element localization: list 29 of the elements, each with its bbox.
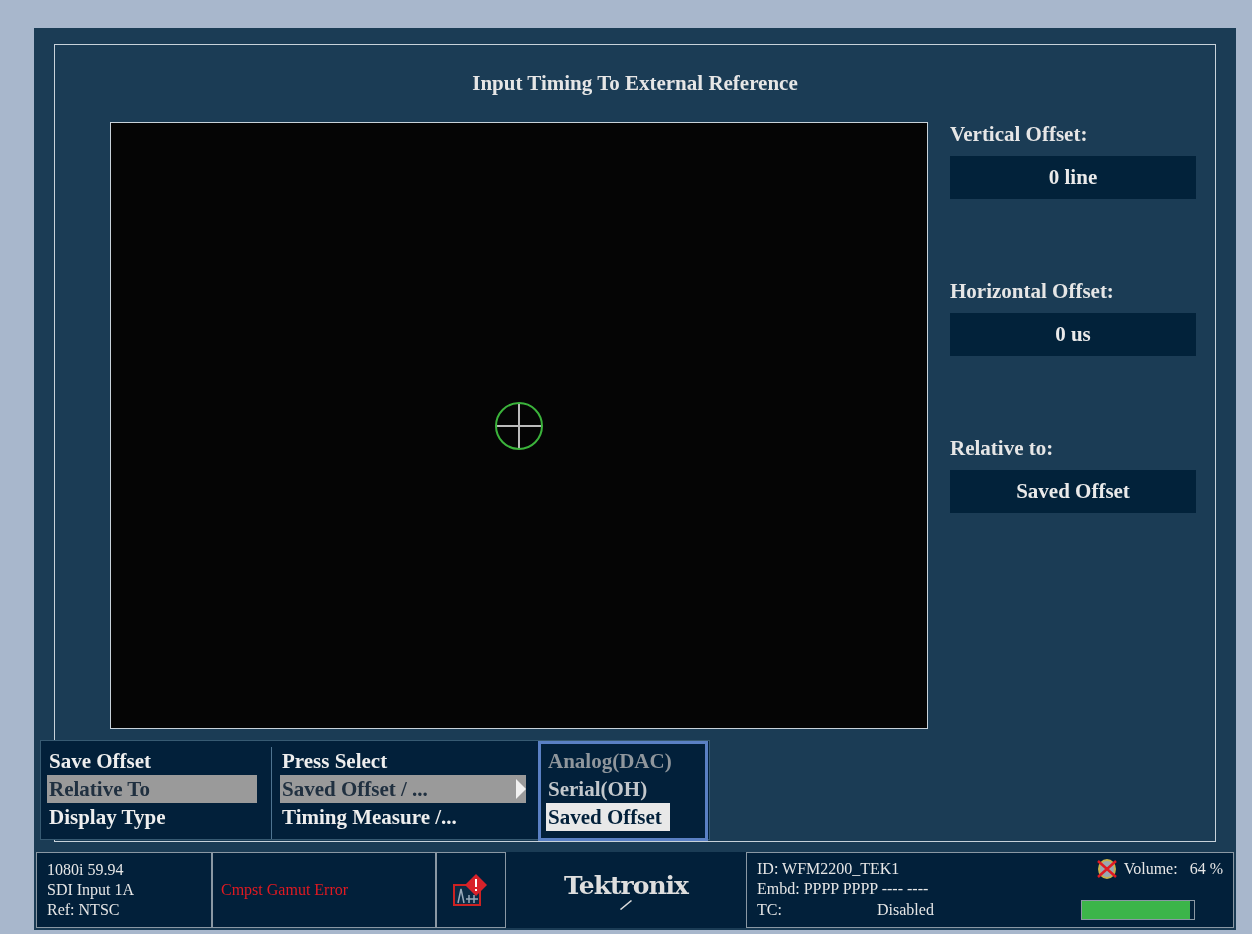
brand-logo: Tektronix (564, 870, 688, 900)
embedded-audio: Embd: PPPP PPPP ---- ---- (757, 880, 930, 898)
menu-item[interactable]: Save Offset (47, 747, 257, 775)
signal-info: Ref: NTSC (47, 900, 121, 920)
logo-slash-icon (620, 899, 632, 910)
volume-value: 64 % (1189, 860, 1223, 878)
menu-value[interactable]: Saved Offset / ... (280, 775, 526, 803)
menu-value[interactable]: Timing Measure /... (280, 803, 526, 831)
signal-info: SDI Input 1A (47, 880, 135, 900)
alarm-text: Cmpst Gamut Error (220, 881, 349, 899)
timecode-label: TC: (757, 901, 783, 919)
readout-label: Relative to: (950, 436, 1055, 461)
menu-item[interactable]: Relative To (47, 775, 257, 803)
signal-info: 1080i 59.94 (47, 860, 125, 880)
timecode-value: Disabled (877, 901, 935, 919)
readout-label: Vertical Offset: (950, 122, 1089, 147)
warning-icon (452, 873, 490, 907)
readout-value: 0 line (950, 156, 1196, 199)
readout-value: 0 us (950, 313, 1196, 356)
menu-value[interactable]: Press Select (280, 747, 526, 775)
menu-item[interactable]: Display Type (47, 803, 257, 831)
option-item[interactable]: Serial(OH) (546, 775, 656, 803)
readout-value: Saved Offset (950, 470, 1196, 513)
screen-title: Input Timing To External Reference (471, 71, 799, 96)
readout-label: Horizontal Offset: (950, 279, 1115, 304)
volume-label: Volume: (1123, 860, 1178, 878)
option-item[interactable]: Saved Offset (546, 803, 670, 831)
crosshair-icon (494, 400, 544, 451)
instrument-id: ID: WFM2200_TEK1 (757, 860, 901, 878)
